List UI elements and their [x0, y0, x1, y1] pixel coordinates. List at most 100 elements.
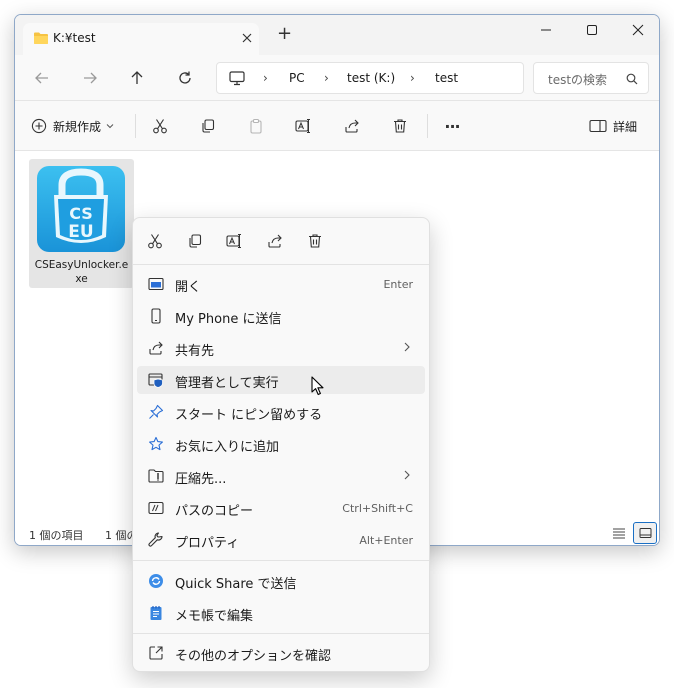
details-label: 詳細	[613, 119, 638, 134]
title-bar: K:¥test +	[15, 15, 659, 55]
monitor-icon	[229, 71, 245, 86]
copy-button[interactable]	[197, 113, 219, 139]
arrow-up-icon	[131, 71, 143, 84]
menu-divider	[133, 633, 429, 634]
menu-item-quick-share[interactable]: Quick Share で送信	[137, 567, 425, 595]
menu-item-send-to-phone[interactable]: My Phone に送信	[137, 302, 425, 330]
menu-copy-button[interactable]	[181, 230, 209, 252]
menu-item-add-to-favorites[interactable]: お気に入りに追加	[137, 430, 425, 458]
search-icon	[626, 73, 638, 85]
menu-rename-button[interactable]	[221, 230, 249, 252]
refresh-button[interactable]	[170, 65, 200, 91]
trash-icon	[394, 119, 406, 133]
menu-delete-button[interactable]	[301, 230, 329, 252]
tiles-view-icon	[639, 528, 651, 538]
menu-share-button[interactable]	[261, 230, 289, 252]
menu-item-show-more-options[interactable]: その他のオプションを確認	[137, 639, 425, 667]
file-name-line1: CSEasyUnlocker.e	[34, 259, 129, 271]
chevron-right-icon	[403, 469, 411, 481]
delete-button[interactable]	[389, 113, 411, 139]
share-button[interactable]	[341, 113, 363, 139]
menu-divider	[133, 264, 429, 265]
minimize-button[interactable]	[523, 15, 569, 45]
breadcrumb-drive[interactable]: test (K:)	[347, 71, 395, 85]
phone-icon	[147, 307, 165, 325]
arrow-left-icon	[35, 72, 48, 84]
toolbar-divider	[427, 114, 428, 138]
tiles-view-button[interactable]	[633, 522, 657, 544]
menu-item-copy-as-path[interactable]: パスのコピー Ctrl+Shift+C	[137, 494, 425, 522]
breadcrumb-separator: ›	[263, 71, 268, 85]
menu-item-edit-in-notepad[interactable]: メモ帳で編集	[137, 599, 425, 627]
context-menu: 開く Enter My Phone に送信 共有先 管理者として実行 スタート …	[132, 217, 430, 672]
menu-item-label: 管理者として実行	[175, 376, 279, 391]
scissors-icon	[153, 119, 167, 134]
details-button[interactable]: 詳細	[589, 113, 637, 139]
tab-test[interactable]: K:¥test	[23, 23, 259, 55]
more-icon: ···	[444, 116, 460, 136]
more-options-button[interactable]: ···	[439, 113, 465, 139]
copy-path-icon	[147, 499, 165, 517]
maximize-button[interactable]	[569, 15, 615, 45]
admin-shield-icon	[147, 371, 165, 389]
menu-item-share[interactable]: 共有先	[137, 334, 425, 362]
chevron-down-icon	[106, 124, 114, 129]
rename-button[interactable]	[293, 113, 315, 139]
menu-cut-button[interactable]	[141, 230, 169, 252]
address-bar-row: › PC › test (K:) › test testの検索	[15, 55, 659, 101]
address-bar[interactable]: › PC › test (K:) › test	[216, 62, 524, 94]
chevron-right-icon	[403, 341, 411, 353]
folder-icon	[33, 31, 49, 45]
item-count: 1 個の項目	[29, 529, 84, 542]
paste-button[interactable]	[245, 113, 267, 139]
open-window-icon	[147, 275, 165, 293]
close-tab-icon[interactable]	[241, 32, 253, 44]
breadcrumb-separator: ›	[410, 71, 415, 85]
menu-item-label: 開く	[175, 280, 202, 295]
breadcrumb-pc[interactable]: PC	[289, 71, 305, 85]
refresh-icon	[179, 71, 191, 84]
file-item-cseasyunlocker[interactable]: CS EU CSEasyUnlocker.e xe	[29, 159, 134, 288]
menu-item-shortcut: Enter	[383, 278, 413, 291]
details-pane-icon	[589, 119, 607, 133]
minimize-icon	[541, 29, 551, 31]
menu-item-compress-to[interactable]: 圧縮先...	[137, 462, 425, 490]
quick-share-icon	[147, 572, 165, 590]
star-icon	[147, 435, 165, 453]
list-view-icon[interactable]	[612, 526, 626, 540]
forward-button[interactable]	[75, 65, 105, 91]
search-box[interactable]: testの検索	[533, 62, 649, 94]
menu-item-shortcut: Ctrl+Shift+C	[342, 502, 413, 515]
breadcrumb-folder[interactable]: test	[435, 71, 458, 85]
rename-icon	[295, 119, 310, 133]
mouse-cursor-icon	[311, 376, 325, 396]
close-window-button[interactable]	[615, 15, 659, 45]
new-button[interactable]: 新規作成	[31, 113, 115, 139]
menu-item-properties[interactable]: プロパティ Alt+Enter	[137, 526, 425, 554]
wrench-icon	[147, 531, 165, 549]
new-button-label: 新規作成	[53, 119, 102, 134]
share-icon	[268, 234, 282, 248]
up-button[interactable]	[122, 65, 152, 91]
scissors-icon	[148, 234, 162, 249]
pin-icon	[147, 403, 165, 421]
command-bar: 新規作成 ··· 詳細	[15, 101, 659, 151]
menu-item-shortcut: Alt+Enter	[359, 534, 413, 547]
new-tab-button[interactable]: +	[277, 25, 292, 43]
menu-item-label: お気に入りに追加	[175, 440, 280, 455]
maximize-icon	[587, 25, 597, 35]
menu-item-open[interactable]: 開く Enter	[137, 270, 425, 298]
menu-item-run-as-admin[interactable]: 管理者として実行	[137, 366, 425, 394]
share-icon	[345, 119, 359, 133]
menu-item-pin-to-start[interactable]: スタート にピン留めする	[137, 398, 425, 426]
search-input[interactable]: testの検索	[548, 71, 620, 88]
notepad-icon	[147, 604, 165, 622]
copy-icon	[189, 234, 202, 248]
cut-button[interactable]	[149, 113, 171, 139]
zip-folder-icon	[147, 467, 165, 485]
cseasyunlocker-app-icon: CS EU	[36, 165, 126, 253]
menu-item-label: その他のオプションを確認	[175, 649, 332, 664]
paste-icon	[250, 118, 262, 134]
back-button[interactable]	[27, 65, 57, 91]
menu-item-label: 圧縮先...	[175, 472, 227, 487]
